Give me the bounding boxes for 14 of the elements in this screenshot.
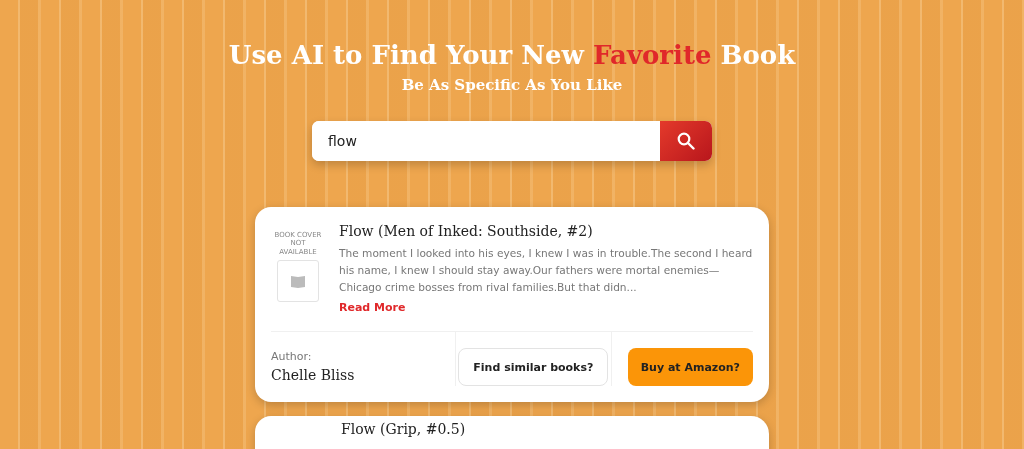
search-field[interactable]: flow [312,121,712,161]
buy-button[interactable]: Buy at Amazon? [627,348,753,386]
book-description: The moment I looked into his eyes, I knew I was in trouble.The second I heard his name, I knew I should stay away.Our fathers were mortal enemies—Chicago crime bosses from rival families.But that didn... [339,246,753,295]
book-icon [290,273,306,290]
search-icon [677,132,695,150]
author-label: Author: [271,350,313,363]
find-similar-button[interactable]: Find similar books? [458,348,609,386]
read-more-link[interactable]: Read More [339,301,406,314]
book-title: Flow (Men of Inked: Southside, #2) [339,223,594,239]
book-title: Flow (Grip, #0.5) [341,421,466,439]
search-button[interactable] [660,121,712,161]
page-title: Use AI to Find Your New Favorite Book [228,40,796,70]
author-name: Chelle Bliss [271,367,356,383]
page-subtitle: Be As Specific As You Like [401,76,623,94]
